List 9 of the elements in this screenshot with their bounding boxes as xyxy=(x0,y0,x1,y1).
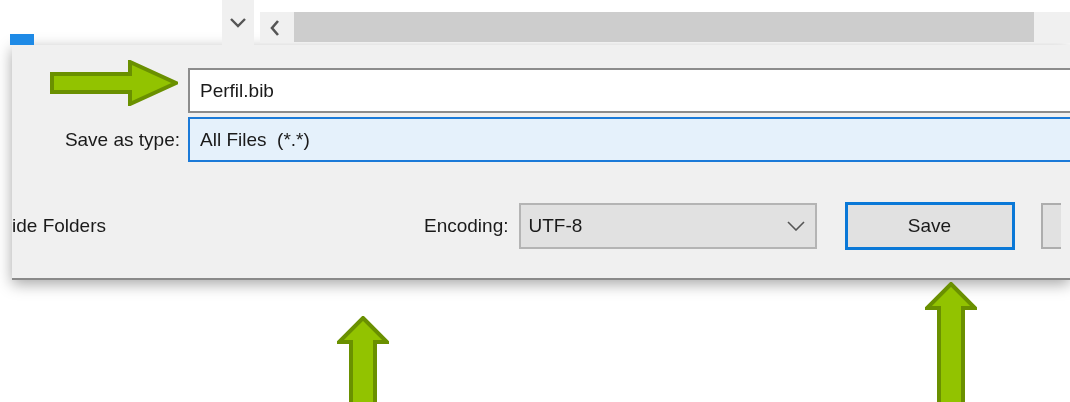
field-label: Save as type: xyxy=(64,128,181,150)
save-type-dropdown[interactable]: All Files (*.*) xyxy=(188,117,1070,162)
chevron-down-icon[interactable] xyxy=(222,0,254,45)
save-button[interactable]: Save xyxy=(844,202,1015,250)
file-name-field[interactable]: Perfil.bib xyxy=(188,68,1070,113)
encoding-dropdown[interactable]: UTF-8 xyxy=(518,203,817,249)
hide-folders-link[interactable]: ide Folders xyxy=(12,215,106,236)
chevron-down-icon[interactable] xyxy=(786,221,805,231)
encoding-label: Encoding: xyxy=(424,215,509,237)
